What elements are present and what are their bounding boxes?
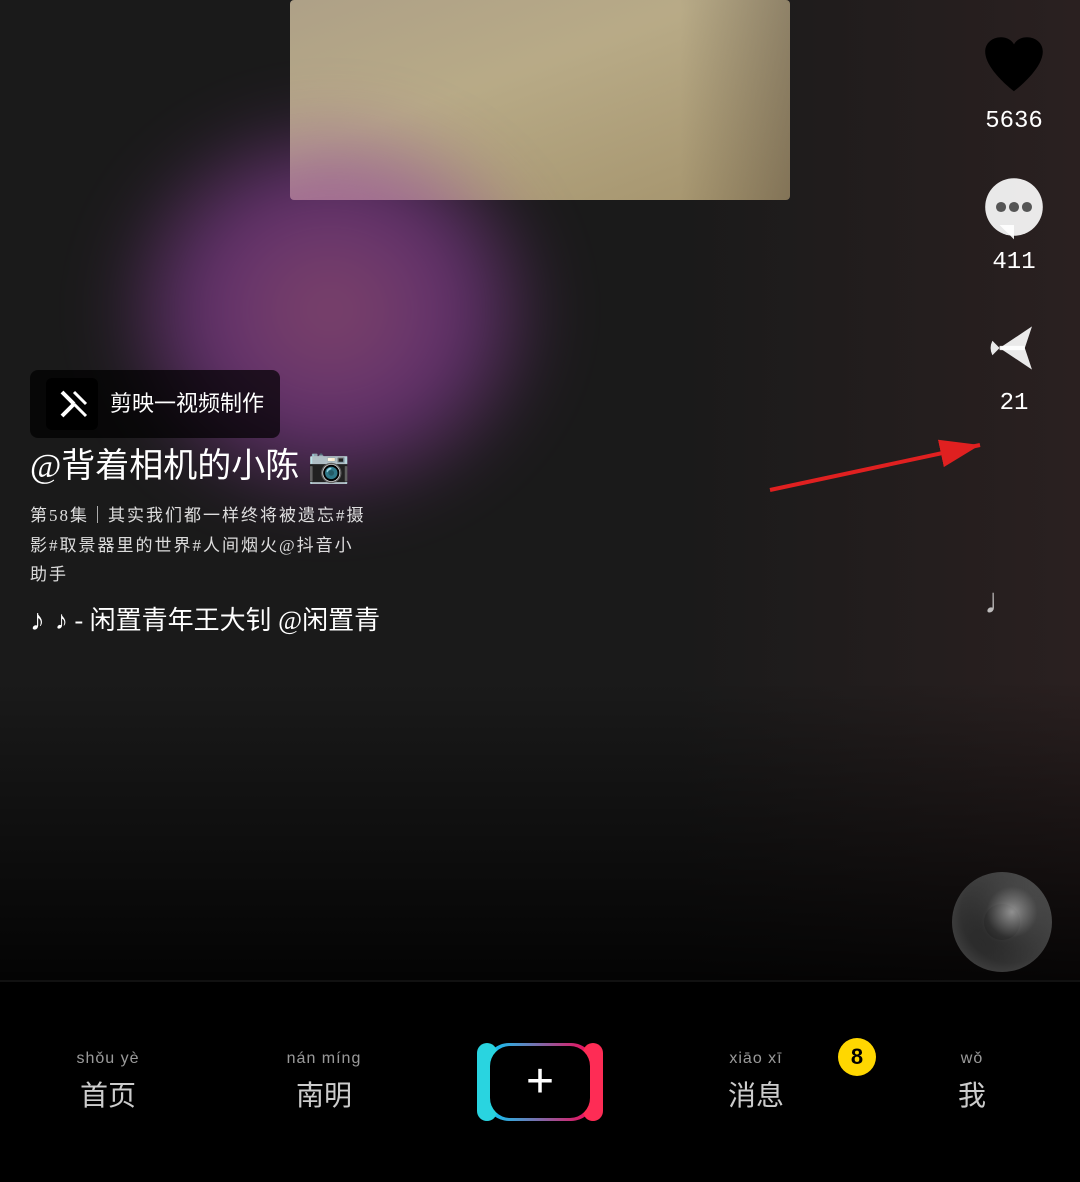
like-button[interactable]: 5636 (978, 30, 1050, 135)
comment-button[interactable]: 411 (978, 171, 1050, 276)
heart-icon (978, 30, 1050, 102)
nav-add-wrapper: + (432, 1043, 648, 1121)
description-block: 第58集｜其实我们都一样终将被遗忘#摄 影#取景器里的世界#人间烟火@抖音小 助… (30, 502, 950, 588)
user-tag-text: @背着相机的小陈 📷 (30, 448, 350, 485)
message-badge: 8 (838, 1038, 876, 1076)
nav-home-label: 首页 (80, 1074, 136, 1114)
plus-button-inner: + (490, 1046, 590, 1118)
nav-message-label: 消息 (728, 1074, 784, 1114)
desc-pinyin-2: 影#取景器里的世界#人间烟火@抖音小 (30, 532, 950, 559)
nav-profile[interactable]: wǒ 我 (864, 1050, 1080, 1114)
bg-dark-overlay-bottom (0, 680, 1080, 980)
add-content-button[interactable]: + (485, 1043, 595, 1121)
right-action-buttons: 5636 411 21 (978, 30, 1050, 417)
music-text: ♪ - 闲置青年王大钊 @闲置青 (55, 600, 380, 642)
nav-messages[interactable]: xiāo xī 消息 8 (648, 1050, 864, 1114)
like-count: 5636 (985, 108, 1043, 135)
video-content-area: @背着相机的小陈 📷 第58集｜其实我们都一样终将被遗忘#摄 影#取景器里的世界… (0, 440, 980, 642)
capcut-watermark: 剪映一视频制作 (30, 370, 280, 438)
capcut-logo-icon (46, 378, 98, 430)
music-note-decoration: ♩ (984, 580, 1020, 622)
nav-profile-pinyin: wǒ (961, 1050, 983, 1068)
capcut-label: 剪映一视频制作 (110, 386, 264, 421)
bottom-navigation: shǒu yè 首页 nán míng 南明 + xiāo xī 消息 8 wǒ… (0, 982, 1080, 1182)
desc-pinyin-3: 助手 (30, 561, 950, 588)
tiktok-logo-icon: ♪ (30, 604, 45, 638)
nav-explore-pinyin: nán míng (287, 1050, 362, 1068)
music-disc (952, 872, 1052, 972)
comment-count: 411 (992, 249, 1035, 276)
nav-home-pinyin: shǒu yè (76, 1050, 139, 1068)
user-tag[interactable]: @背着相机的小陈 📷 (30, 440, 950, 494)
nav-home[interactable]: shǒu yè 首页 (0, 1050, 216, 1114)
share-count: 21 (1000, 390, 1029, 417)
nav-explore[interactable]: nán míng 南明 (216, 1050, 432, 1114)
nav-explore-label: 南明 (296, 1074, 352, 1114)
desc-pinyin-1: 第58集｜其实我们都一样终将被遗忘#摄 (30, 502, 950, 529)
music-row: ♪ ♪ - 闲置青年王大钊 @闲置青 (30, 600, 950, 642)
nav-profile-label: 我 (958, 1074, 986, 1114)
share-icon (978, 312, 1050, 384)
share-button[interactable]: 21 (978, 312, 1050, 417)
nav-message-pinyin: xiāo xī (729, 1050, 782, 1068)
comment-icon (978, 171, 1050, 243)
plus-icon: + (526, 1058, 554, 1106)
